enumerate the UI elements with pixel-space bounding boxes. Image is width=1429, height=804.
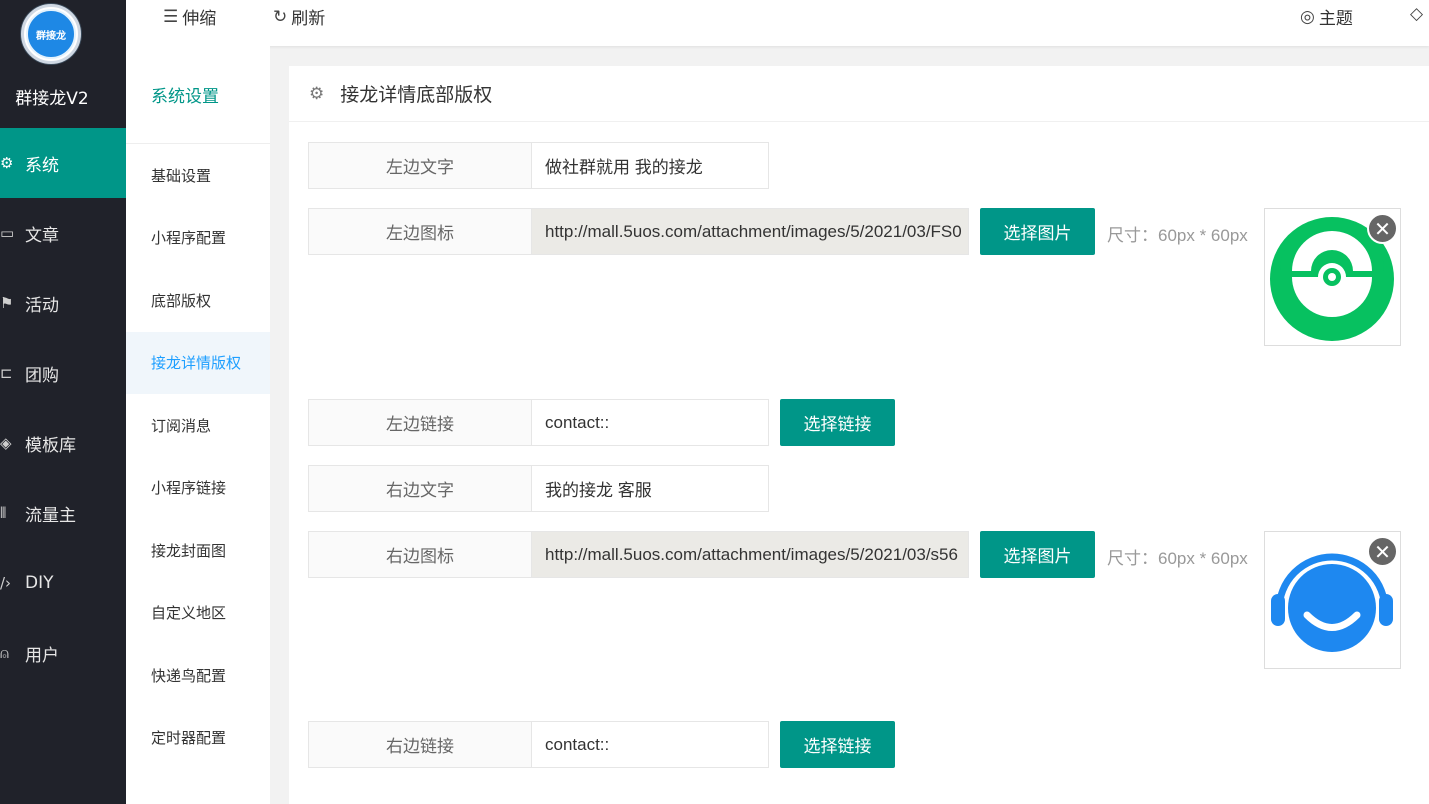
- left-link-row: 左边链接 contact:: 选择链接: [308, 399, 895, 446]
- nav-item-diy[interactable]: /› DIY: [0, 548, 126, 618]
- book-icon: ▭: [0, 224, 15, 242]
- submenu-item-detail-copyright[interactable]: 接龙详情版权: [126, 331, 270, 394]
- flag-icon: ⚑: [0, 294, 14, 312]
- nav-item-users[interactable]: ⍝ 用户: [0, 618, 126, 688]
- submenu-item-miniprogram-link[interactable]: 小程序链接: [126, 457, 270, 520]
- app-logo[interactable]: 群接龙: [21, 4, 81, 64]
- layers-icon: ◈: [0, 434, 12, 452]
- nav-label: 系统: [25, 155, 59, 176]
- settings-submenu: 系统设置 基础设置 小程序配置 底部版权 接龙详情版权 订阅消息 小程序链接 接…: [126, 46, 270, 804]
- right-icon-label: 右边图标: [308, 531, 531, 578]
- collapse-label: 伸缩: [182, 9, 217, 29]
- right-icon-preview: ✕: [1264, 531, 1401, 669]
- left-text-label: 左边文字: [308, 142, 531, 189]
- gear-icon: ⚙: [0, 154, 14, 172]
- submenu-item-custom-region[interactable]: 自定义地区: [126, 582, 270, 645]
- right-text-row: 右边文字 我的接龙 客服: [308, 465, 769, 512]
- left-icon-size-hint: 尺寸：60px * 60px: [1107, 226, 1248, 245]
- right-icon-select-image-button[interactable]: 选择图片: [980, 531, 1095, 578]
- nav-label: 模板库: [25, 435, 76, 456]
- left-icon-row: 左边图标 http://mall.5uos.com/attachment/ima…: [308, 208, 1248, 255]
- left-link-select-button[interactable]: 选择链接: [780, 399, 895, 446]
- left-icon-select-image-button[interactable]: 选择图片: [980, 208, 1095, 255]
- theme-label: 主题: [1318, 9, 1353, 29]
- tag-button[interactable]: ◇: [1410, 4, 1423, 24]
- card-title: 接龙详情底部版权: [340, 84, 493, 106]
- right-icon-size-hint: 尺寸：60px * 60px: [1107, 549, 1248, 568]
- main-sidebar: 群接龙 群接龙V2 ⚙ 系统 ▭ 文章 ⚑ 活动 ⊏ 团购 ◈ 模板库 ⫴ 流量…: [0, 0, 126, 804]
- left-icon-url-input[interactable]: http://mall.5uos.com/attachment/images/5…: [531, 208, 969, 255]
- submenu-item-cover-image[interactable]: 接龙封面图: [126, 519, 270, 582]
- refresh-icon: ↻: [273, 6, 288, 27]
- right-link-select-button[interactable]: 选择链接: [780, 721, 895, 768]
- nav-item-templates[interactable]: ◈ 模板库: [0, 408, 126, 478]
- submenu-item-basic[interactable]: 基础设置: [126, 144, 270, 207]
- left-icon-preview: ✕: [1264, 208, 1401, 346]
- nav-label: DIY: [25, 573, 54, 593]
- gear-icon: ⚙: [309, 83, 325, 104]
- left-icon-label: 左边图标: [308, 208, 531, 255]
- tag-icon: ◇: [1410, 4, 1424, 24]
- refresh-button[interactable]: ↻ 刷新: [273, 4, 326, 30]
- nav-item-activity[interactable]: ⚑ 活动: [0, 268, 126, 338]
- right-link-label: 右边链接: [308, 721, 531, 768]
- collapse-button[interactable]: ☰ 伸缩: [163, 4, 217, 30]
- refresh-label: 刷新: [291, 9, 326, 29]
- nav-label: 流量主: [25, 505, 76, 526]
- left-text-input[interactable]: 做社群就用 我的接龙: [531, 142, 769, 189]
- left-link-input[interactable]: contact::: [531, 399, 769, 446]
- nav-item-traffic[interactable]: ⫴ 流量主: [0, 478, 126, 548]
- indent-icon: ☰: [163, 6, 179, 27]
- logo-text: 群接龙: [26, 9, 76, 59]
- code-icon: /›: [0, 574, 12, 592]
- nav-item-system[interactable]: ⚙ 系统: [0, 128, 126, 198]
- palette-icon: ◎: [1300, 6, 1315, 27]
- nav-label: 用户: [25, 645, 59, 666]
- submenu-title: 系统设置: [126, 46, 270, 144]
- settings-card: ⚙ 接龙详情底部版权 左边文字 做社群就用 我的接龙 左边图标 http://m…: [289, 66, 1429, 804]
- submenu-item-kdniao-config[interactable]: 快递鸟配置: [126, 644, 270, 707]
- left-link-label: 左边链接: [308, 399, 531, 446]
- right-text-input[interactable]: 我的接龙 客服: [531, 465, 769, 512]
- right-icon-url-input[interactable]: http://mall.5uos.com/attachment/images/5…: [531, 531, 969, 578]
- right-link-row: 右边链接 contact:: 选择链接: [308, 721, 895, 768]
- right-text-label: 右边文字: [308, 465, 531, 512]
- chart-icon: ⫴: [0, 504, 7, 522]
- submenu-item-subscribe-message[interactable]: 订阅消息: [126, 394, 270, 457]
- nav-item-groupbuy[interactable]: ⊏ 团购: [0, 338, 126, 408]
- right-link-input[interactable]: contact::: [531, 721, 769, 768]
- app-name: 群接龙V2: [15, 89, 89, 109]
- submenu-item-miniprogram-config[interactable]: 小程序配置: [126, 207, 270, 270]
- nav-label: 团购: [25, 365, 59, 386]
- nav-label: 文章: [25, 225, 59, 246]
- left-text-row: 左边文字 做社群就用 我的接龙: [308, 142, 769, 189]
- theme-button[interactable]: ◎ 主题: [1300, 4, 1353, 30]
- top-bar: ☰ 伸缩 ↻ 刷新 ◎ 主题 ◇: [126, 0, 1429, 46]
- submenu-item-timer-config[interactable]: 定时器配置: [126, 707, 270, 770]
- right-icon-remove-button[interactable]: ✕: [1367, 536, 1398, 567]
- nav-label: 活动: [25, 295, 59, 316]
- left-icon-remove-button[interactable]: ✕: [1367, 213, 1398, 244]
- right-icon-row: 右边图标 http://mall.5uos.com/attachment/ima…: [308, 531, 1248, 578]
- user-icon: ⍝: [0, 644, 10, 662]
- logo-area: 群接龙 群接龙V2: [0, 0, 126, 128]
- submenu-item-footer-copyright[interactable]: 底部版权: [126, 269, 270, 332]
- card-header: ⚙ 接龙详情底部版权: [289, 66, 1429, 122]
- cart-icon: ⊏: [0, 364, 13, 382]
- nav-item-articles[interactable]: ▭ 文章: [0, 198, 126, 268]
